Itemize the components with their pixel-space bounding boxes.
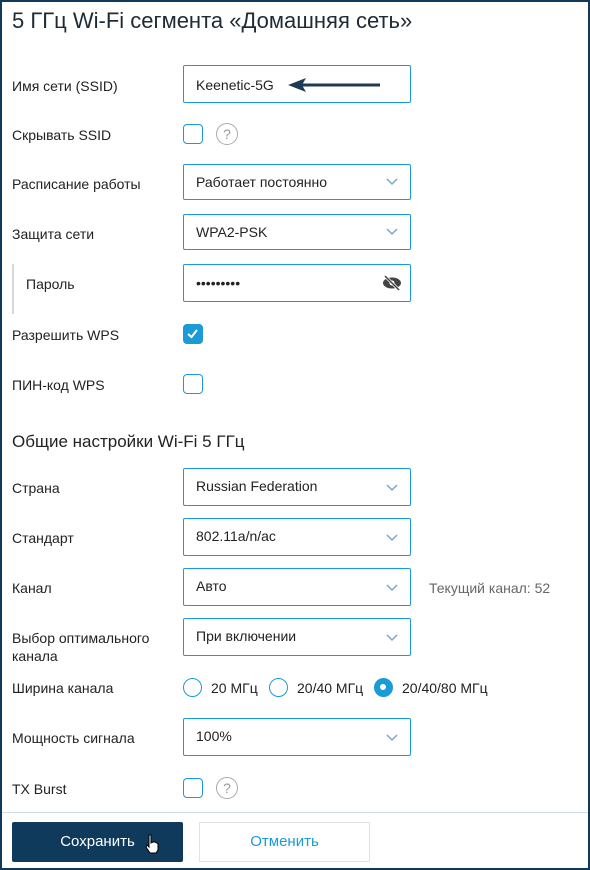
- ssid-label: Имя сети (SSID): [12, 78, 118, 94]
- hide-ssid-checkbox[interactable]: [183, 124, 203, 144]
- ssid-input[interactable]: Keenetic-5G: [183, 65, 411, 103]
- password-input[interactable]: •••••••••: [183, 264, 411, 302]
- arrow-annotation-icon: [288, 78, 380, 92]
- standard-value: 802.11a/n/ac: [196, 528, 276, 544]
- radio-20-40-80mhz[interactable]: [374, 678, 393, 697]
- password-value: •••••••••: [196, 275, 241, 291]
- chevron-down-icon: [386, 634, 398, 642]
- optimal-channel-label: Выбор оптимального канала: [12, 630, 150, 664]
- country-select[interactable]: Russian Federation: [183, 468, 411, 506]
- save-button[interactable]: Сохранить: [12, 822, 183, 862]
- section-title: Общие настройки Wi-Fi 5 ГГц: [12, 432, 245, 451]
- checkmark-icon: [187, 329, 198, 339]
- cancel-button[interactable]: Отменить: [199, 822, 370, 862]
- country-label: Страна: [12, 480, 60, 496]
- schedule-value: Работает постоянно: [196, 174, 328, 190]
- ssid-value: Keenetic-5G: [196, 77, 274, 93]
- page-title: 5 ГГц Wi-Fi сегмента «Домашняя сеть»: [12, 8, 413, 33]
- wifi-settings-panel: 5 ГГц Wi-Fi сегмента «Домашняя сеть» Имя…: [2, 2, 588, 868]
- password-label: Пароль: [26, 276, 75, 292]
- power-label: Мощность сигнала: [12, 730, 135, 746]
- allow-wps-label: Разрешить WPS: [12, 327, 120, 343]
- radio-20-40mhz-label: 20/40 МГц: [297, 680, 364, 696]
- standard-label: Стандарт: [12, 530, 74, 546]
- optimal-channel-select[interactable]: При включении: [183, 618, 411, 656]
- chevron-down-icon: [386, 734, 398, 742]
- radio-20mhz[interactable]: [183, 678, 202, 697]
- chevron-down-icon: [386, 484, 398, 492]
- power-value: 100%: [196, 728, 232, 744]
- chevron-down-icon: [386, 178, 398, 186]
- security-value: WPA2-PSK: [196, 224, 268, 240]
- country-value: Russian Federation: [196, 478, 318, 494]
- help-icon[interactable]: ?: [216, 123, 238, 145]
- wps-pin-checkbox[interactable]: [183, 374, 203, 394]
- divider: [2, 812, 588, 813]
- standard-select[interactable]: 802.11a/n/ac: [183, 518, 411, 556]
- hand-cursor-icon: [145, 834, 159, 854]
- allow-wps-checkbox[interactable]: [183, 324, 203, 344]
- hide-ssid-label: Скрывать SSID: [12, 127, 112, 143]
- power-select[interactable]: 100%: [183, 718, 411, 756]
- optimal-channel-value: При включении: [196, 628, 297, 644]
- tx-burst-label: TX Burst: [12, 781, 67, 797]
- channel-value: Авто: [196, 578, 227, 594]
- channel-select[interactable]: Авто: [183, 568, 411, 606]
- channel-width-label: Ширина канала: [12, 680, 114, 696]
- eye-slash-icon[interactable]: [382, 275, 402, 291]
- chevron-down-icon: [386, 584, 398, 592]
- schedule-select[interactable]: Работает постоянно: [183, 164, 411, 200]
- security-label: Защита сети: [12, 226, 95, 242]
- chevron-down-icon: [386, 228, 398, 236]
- chevron-down-icon: [386, 534, 398, 542]
- indent-bar: [12, 264, 14, 314]
- help-icon[interactable]: ?: [216, 777, 238, 799]
- cancel-button-label: Отменить: [250, 833, 319, 850]
- security-select[interactable]: WPA2-PSK: [183, 214, 411, 250]
- radio-20-40mhz[interactable]: [269, 678, 288, 697]
- radio-20mhz-label: 20 МГц: [211, 680, 258, 696]
- save-button-label: Сохранить: [60, 833, 135, 850]
- schedule-label: Расписание работы: [12, 176, 141, 192]
- current-channel-note: Текущий канал: 52: [429, 580, 551, 596]
- wps-pin-label: ПИН-код WPS: [12, 377, 105, 393]
- radio-20-40-80mhz-label: 20/40/80 МГц: [402, 680, 488, 696]
- channel-label: Канал: [12, 580, 52, 596]
- tx-burst-checkbox[interactable]: [183, 778, 203, 798]
